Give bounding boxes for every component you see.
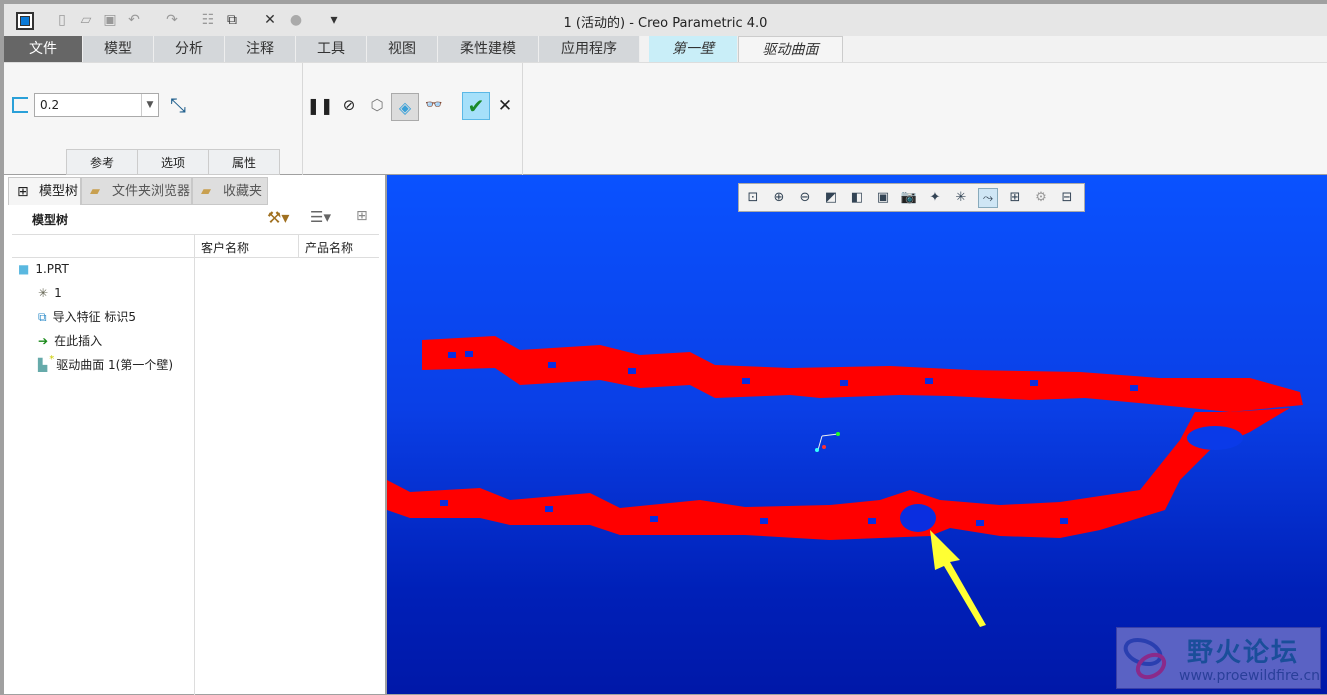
folder-icon: ▰ xyxy=(90,184,100,199)
tab-view[interactable]: 视图 xyxy=(367,36,438,62)
tab-folder-browser[interactable]: ▰ 文件夹浏览器 xyxy=(81,177,192,205)
import-feature-icon: ⧉ xyxy=(38,310,47,324)
saved-orientations-icon[interactable]: ▣ xyxy=(873,188,893,208)
csys-icon: ✳ xyxy=(38,286,49,300)
view-toolbar: ⊡ ⊕ ⊖ ◩ ◧ ▣ 📷 ✦ ✳ ⤳ ⊞ ⚙ ⊟ xyxy=(738,183,1085,212)
upper-wall-band xyxy=(422,336,1303,412)
display-style-icon[interactable]: ◧ xyxy=(847,188,867,208)
tree-item-import-feature[interactable]: ⧉ 导入特征 标识5 xyxy=(38,306,136,328)
ribbon-tabs: 文件 模型 分析 注释 工具 视图 柔性建模 应用程序 第一壁 驱动曲面 xyxy=(4,36,1327,62)
spin-center-icon[interactable]: ⚙ xyxy=(1031,188,1051,208)
tab-model[interactable]: 模型 xyxy=(83,36,154,62)
perspective-icon[interactable]: ✦ xyxy=(925,188,945,208)
settings-tools-icon[interactable]: ⚒▾ xyxy=(267,208,289,227)
model-geometry xyxy=(387,336,1303,627)
tab-analysis[interactable]: 分析 xyxy=(154,36,225,62)
tree-item-csys[interactable]: ✳ 1 xyxy=(38,282,62,304)
panel-header: 模型树 xyxy=(32,213,69,227)
hole-cutout xyxy=(900,504,936,532)
pause-icon[interactable]: ❚❚ xyxy=(307,95,334,115)
mesh-preview-icon[interactable]: ⬡ xyxy=(366,95,388,115)
watermark-logo: 野火论坛 www.proewildfire.cn xyxy=(1116,627,1321,689)
lower-wall-band xyxy=(387,408,1290,540)
show-list-icon[interactable]: ☰▾ xyxy=(310,208,331,226)
geometry-preview-icon[interactable]: ◈ xyxy=(391,93,419,121)
no-preview-icon[interactable]: ⊘ xyxy=(339,95,359,115)
tree-filter-icon[interactable]: ⊞ xyxy=(356,208,368,224)
tree-item-driving-surface[interactable]: ▙ * 驱动曲面 1(第一个壁) xyxy=(38,354,173,376)
subtab-properties[interactable]: 属性 xyxy=(208,149,280,175)
model-tree-panel: ⊞ 模型树 ▰ 文件夹浏览器 ▰ 收藏夹 模型树 ⚒▾ ☰▾ ⊞ 客户名称 产品名称 … xyxy=(4,175,385,695)
datum-display-icon[interactable]: ✳ xyxy=(951,188,971,208)
tab-applications[interactable]: 应用程序 xyxy=(539,36,640,62)
flip-direction-icon[interactable]: ⤡ xyxy=(166,93,190,117)
tree-item-part[interactable]: ■ 1.PRT xyxy=(18,258,69,280)
refit-icon[interactable]: ⊡ xyxy=(743,188,763,208)
favorites-folder-icon: ▰ xyxy=(201,184,211,199)
tree-table: 客户名称 产品名称 ■ 1.PRT ✳ 1 ⧉ 导入特征 标识5 ➔ 在此插入 ▙ * 驱动… xyxy=(12,234,379,695)
tree-item-insert-here[interactable]: ➔ 在此插入 xyxy=(38,330,102,352)
tab-flexible-modeling[interactable]: 柔性建模 xyxy=(438,36,539,62)
ok-check-button[interactable]: ✔ xyxy=(462,92,490,120)
column-customer-name[interactable]: 客户名称 xyxy=(201,239,249,256)
tab-model-tree[interactable]: ⊞ 模型树 xyxy=(8,177,81,205)
annotation-display-icon[interactable]: ⊞ xyxy=(1005,188,1025,208)
view-manager-icon[interactable]: 📷 xyxy=(899,188,919,208)
repaint-icon[interactable]: ◩ xyxy=(821,188,841,208)
graphics-viewport[interactable] xyxy=(387,175,1327,694)
tab-tools[interactable]: 工具 xyxy=(296,36,367,62)
tab-annotate[interactable]: 注释 xyxy=(225,36,296,62)
csys-triad-icon xyxy=(815,432,840,452)
title-bar: ▯ ▱ ▣ ↶ ↷ ☷ ⧉ ✕ ● ▾ 1 (活动的) - Creo Param… xyxy=(4,4,1327,36)
section-icon[interactable]: ⊟ xyxy=(1057,188,1077,208)
driving-surface-icon: ▙ xyxy=(38,358,48,372)
tab-first-wall[interactable]: 第一壁 xyxy=(649,36,738,62)
verify-glasses-icon[interactable]: 👓 xyxy=(422,95,446,115)
tab-driving-surface[interactable]: 驱动曲面 xyxy=(738,36,843,62)
annotation-arrow xyxy=(930,530,986,627)
ribbon: 0.2 ▼ ⤡ 参考 选项 属性 ❚❚ ⊘ ⬡ ◈ 👓 ✔ ✕ xyxy=(4,62,1327,175)
insert-here-arrow-icon: ➔ xyxy=(38,334,49,348)
part-icon: ■ xyxy=(18,262,30,276)
zoom-in-icon[interactable]: ⊕ xyxy=(769,188,789,208)
cancel-x-button[interactable]: ✕ xyxy=(494,95,516,117)
zoom-out-icon[interactable]: ⊖ xyxy=(795,188,815,208)
tab-file[interactable]: 文件 xyxy=(4,36,83,62)
column-product-name[interactable]: 产品名称 xyxy=(305,239,353,256)
datum-axes-icon[interactable]: ⤳ xyxy=(978,188,998,208)
dropdown-arrow-icon[interactable]: ▼ xyxy=(141,94,158,116)
tab-favorites[interactable]: ▰ 收藏夹 xyxy=(192,177,268,205)
thickness-input[interactable]: 0.2 ▼ xyxy=(34,93,159,117)
subtab-references[interactable]: 参考 xyxy=(66,149,138,175)
side-cutout xyxy=(1187,426,1243,450)
thickness-icon xyxy=(12,97,28,113)
tree-icon: ⊞ xyxy=(17,184,29,200)
subtab-options[interactable]: 选项 xyxy=(137,149,209,175)
butterfly-logo-icon xyxy=(1123,637,1167,680)
window-title: 1 (活动的) - Creo Parametric 4.0 xyxy=(563,16,768,31)
